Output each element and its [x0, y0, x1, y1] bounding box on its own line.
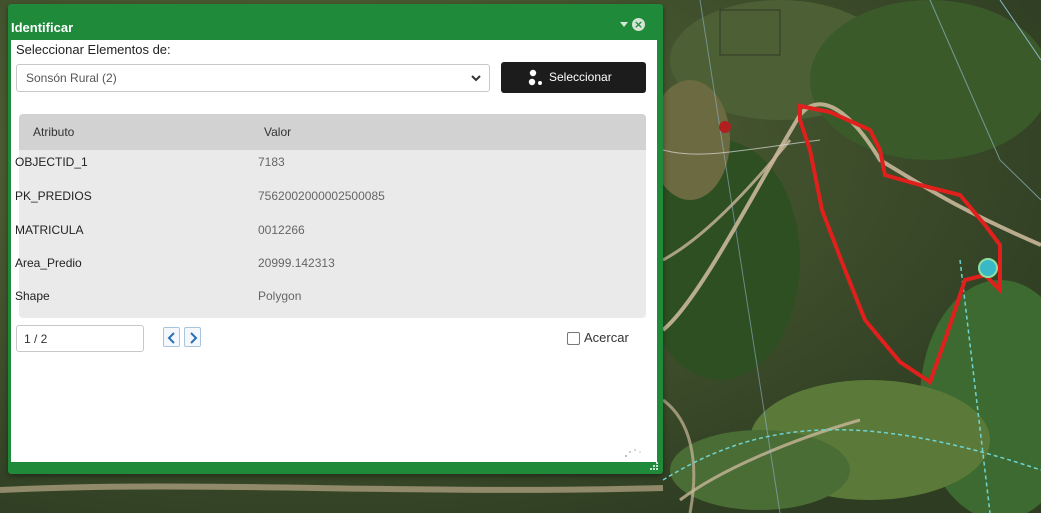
attribute-name: MATRICULA: [15, 223, 84, 237]
page-indicator[interactable]: 1 / 2: [16, 325, 144, 352]
attribute-value: Polygon: [258, 289, 302, 303]
attribute-value: 7562002000002500085: [258, 189, 385, 203]
attribute-name: OBJECTID_1: [15, 155, 88, 169]
select-button-label: Seleccionar: [549, 70, 612, 84]
select-button[interactable]: Seleccionar: [501, 62, 646, 93]
close-icon[interactable]: ×: [632, 18, 645, 31]
layer-select-value: Sonsón Rural (2): [26, 71, 117, 85]
loading-spinner-icon: [625, 449, 641, 457]
table-row[interactable]: Shape Polygon: [13, 281, 646, 314]
column-header-value: Valor: [264, 125, 292, 139]
zoom-checkbox-label[interactable]: Acercar: [584, 330, 629, 345]
select-features-icon: [528, 69, 542, 86]
prev-button[interactable]: [163, 327, 180, 347]
collapse-icon[interactable]: [620, 22, 628, 27]
prev-icon: [167, 332, 175, 344]
panel-content: Seleccionar Elementos de: Sonsón Rural (…: [11, 40, 657, 462]
zoom-checkbox[interactable]: [567, 332, 580, 345]
location-marker-icon[interactable]: [978, 258, 998, 278]
resize-handle-icon[interactable]: [648, 460, 660, 472]
map-pin-icon[interactable]: [719, 121, 731, 133]
table-row[interactable]: PK_PREDIOS 7562002000002500085: [13, 181, 646, 214]
next-icon: [190, 332, 198, 344]
select-label: Seleccionar Elementos de:: [16, 42, 171, 57]
attribute-name: PK_PREDIOS: [15, 189, 92, 203]
attribute-table: Atributo Valor OBJECTID_1 7183 PK_PREDIO…: [15, 114, 646, 318]
table-row[interactable]: MATRICULA 0012266: [13, 215, 646, 248]
chevron-down-icon: [471, 75, 481, 82]
attribute-value: 20999.142313: [258, 256, 335, 270]
table-row[interactable]: OBJECTID_1 7183: [13, 147, 646, 180]
identify-panel: Identificar × Seleccionar Elementos de: …: [8, 4, 663, 474]
panel-titlebar[interactable]: Identificar ×: [8, 4, 663, 38]
panel-title: Identificar: [11, 20, 74, 35]
layer-select[interactable]: Sonsón Rural (2): [16, 64, 490, 92]
attribute-value: 0012266: [258, 223, 305, 237]
attribute-name: Shape: [15, 289, 50, 303]
column-header-attribute: Atributo: [33, 125, 75, 139]
attribute-name: Area_Predio: [15, 256, 82, 270]
table-header: Atributo Valor: [19, 114, 646, 150]
next-button[interactable]: [184, 327, 201, 347]
page-indicator-text: 1 / 2: [24, 332, 48, 346]
table-row[interactable]: Area_Predio 20999.142313: [13, 248, 646, 281]
attribute-value: 7183: [258, 155, 285, 169]
